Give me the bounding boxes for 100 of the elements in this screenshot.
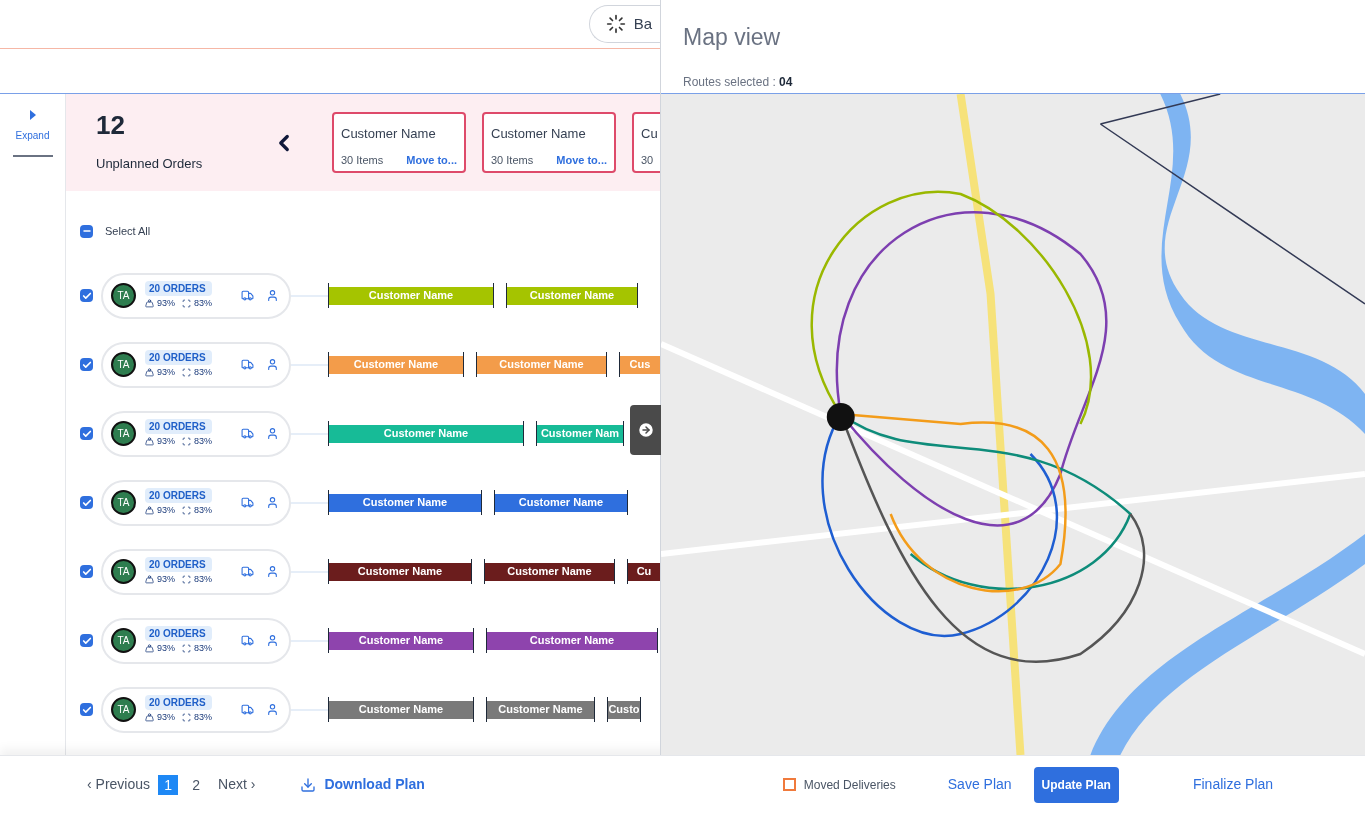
volume-percent: 83% bbox=[194, 641, 213, 655]
user-icon[interactable] bbox=[266, 358, 279, 371]
truck-icon[interactable] bbox=[241, 358, 254, 371]
customer-segment[interactable]: Customer Name bbox=[329, 493, 481, 512]
orders-tag: 20 ORDERS bbox=[145, 349, 213, 365]
weight-percent: 93% bbox=[157, 434, 175, 448]
volume-percent: 83% bbox=[194, 710, 213, 724]
customer-card[interactable]: Customer Name 30 Items Move to... bbox=[332, 112, 466, 173]
customer-segment[interactable]: Customer Name bbox=[487, 631, 657, 650]
customer-segment[interactable]: Customer Name bbox=[329, 631, 473, 650]
check-icon bbox=[81, 704, 92, 715]
checkbox[interactable] bbox=[80, 289, 93, 302]
page-button[interactable]: 2 bbox=[186, 774, 207, 795]
checkbox[interactable] bbox=[782, 778, 796, 791]
move-to-link[interactable]: Move to... bbox=[556, 151, 607, 168]
orders-tag: 20 ORDERS bbox=[145, 694, 213, 710]
checkbox[interactable] bbox=[80, 565, 93, 578]
avatar: TA bbox=[111, 352, 136, 377]
avatar: TA bbox=[111, 559, 136, 584]
volume-icon bbox=[182, 713, 191, 722]
expand-button[interactable]: Expand bbox=[12, 110, 53, 157]
avatar: TA bbox=[111, 697, 136, 722]
customer-segment[interactable]: Customer Name bbox=[485, 562, 614, 581]
volume-icon bbox=[182, 437, 191, 446]
avatar: TA bbox=[111, 490, 136, 515]
customer-card[interactable]: Cu 30 bbox=[632, 112, 660, 173]
weight-icon bbox=[145, 368, 154, 377]
move-to-link[interactable]: Move to... bbox=[406, 151, 457, 168]
route-summary[interactable]: TA 20 ORDERS 93% 83% bbox=[101, 410, 291, 457]
collapse-button[interactable] bbox=[630, 405, 661, 455]
panel-title: Map view bbox=[683, 23, 782, 52]
orders-tag: 20 ORDERS bbox=[145, 556, 213, 572]
select-all-label: Select All bbox=[105, 224, 151, 239]
weight-percent: 93% bbox=[157, 365, 175, 379]
orders-tag: 20 ORDERS bbox=[145, 280, 213, 296]
weight-icon bbox=[145, 644, 154, 653]
weight-percent: 93% bbox=[157, 503, 175, 517]
route-summary[interactable]: TA 20 ORDERS 93% 83% bbox=[101, 341, 291, 388]
route-summary[interactable]: TA 20 ORDERS 93% 83% bbox=[101, 686, 291, 733]
truck-icon[interactable] bbox=[241, 427, 254, 440]
user-icon[interactable] bbox=[266, 703, 279, 716]
volume-icon bbox=[182, 299, 191, 308]
update-plan-button[interactable]: Update Plan bbox=[1033, 766, 1119, 803]
customer-segment[interactable]: Customer Name bbox=[495, 493, 627, 512]
routes-selected: Routes selected : 04 bbox=[683, 73, 794, 91]
avatar: TA bbox=[111, 283, 136, 308]
previous-link[interactable]: ‹ Previous bbox=[87, 774, 151, 795]
download-plan-button[interactable]: Download Plan bbox=[300, 774, 425, 795]
checkbox[interactable] bbox=[80, 224, 93, 238]
weight-icon bbox=[145, 506, 154, 515]
checkbox[interactable] bbox=[80, 634, 93, 647]
truck-icon[interactable] bbox=[241, 289, 254, 302]
user-icon[interactable] bbox=[266, 565, 279, 578]
truck-icon[interactable] bbox=[241, 565, 254, 578]
customer-name: Customer Name bbox=[491, 125, 587, 143]
volume-icon bbox=[182, 368, 191, 377]
checkbox[interactable] bbox=[80, 427, 93, 440]
volume-icon bbox=[182, 575, 191, 584]
route-summary[interactable]: TA 20 ORDERS 93% 83% bbox=[101, 272, 291, 319]
truck-icon[interactable] bbox=[241, 634, 254, 647]
customer-segment[interactable]: Customer Name bbox=[487, 700, 594, 719]
customer-segment[interactable]: Customer Name bbox=[329, 700, 473, 719]
customer-card[interactable]: Customer Name 30 Items Move to... bbox=[482, 112, 616, 173]
check-icon bbox=[81, 635, 92, 646]
customer-segment[interactable]: Cu bbox=[628, 562, 660, 581]
next-link[interactable]: Next › bbox=[218, 774, 256, 795]
user-icon[interactable] bbox=[266, 427, 279, 440]
item-count: 30 Items bbox=[341, 152, 384, 168]
weight-percent: 93% bbox=[157, 572, 175, 586]
volume-percent: 83% bbox=[194, 296, 213, 310]
avatar: TA bbox=[111, 628, 136, 653]
check-icon bbox=[81, 497, 92, 508]
user-icon[interactable] bbox=[266, 496, 279, 509]
weight-icon bbox=[145, 713, 154, 722]
customer-segment[interactable]: Customer Name bbox=[329, 562, 471, 581]
route-summary[interactable]: TA 20 ORDERS 93% 83% bbox=[101, 479, 291, 526]
checkbox[interactable] bbox=[80, 496, 93, 509]
route-summary[interactable]: TA 20 ORDERS 93% 83% bbox=[101, 548, 291, 595]
finalize-plan-button[interactable]: Finalize Plan bbox=[1192, 774, 1274, 795]
orders-tag: 20 ORDERS bbox=[145, 487, 213, 503]
save-plan-button[interactable]: Save Plan bbox=[947, 774, 1012, 795]
user-icon[interactable] bbox=[266, 634, 279, 647]
item-count: 30 Items bbox=[491, 152, 534, 168]
orders-tag: 20 ORDERS bbox=[145, 625, 213, 641]
checkbox[interactable] bbox=[80, 358, 93, 371]
spinner-icon bbox=[605, 14, 626, 34]
weight-percent: 93% bbox=[157, 641, 175, 655]
orders-tag: 20 ORDERS bbox=[145, 418, 213, 434]
truck-icon[interactable] bbox=[241, 496, 254, 509]
checkbox[interactable] bbox=[80, 703, 93, 716]
unplanned-label: Unplanned Orders bbox=[96, 154, 204, 173]
route-summary[interactable]: TA 20 ORDERS 93% 83% bbox=[101, 617, 291, 664]
page-button[interactable]: 1 bbox=[158, 774, 179, 795]
volume-percent: 83% bbox=[194, 572, 213, 586]
user-icon[interactable] bbox=[266, 289, 279, 302]
truck-icon[interactable] bbox=[241, 703, 254, 716]
customer-segment[interactable]: Custo bbox=[608, 700, 640, 719]
volume-percent: 83% bbox=[194, 434, 213, 448]
weight-icon bbox=[145, 437, 154, 446]
check-icon bbox=[81, 290, 92, 301]
